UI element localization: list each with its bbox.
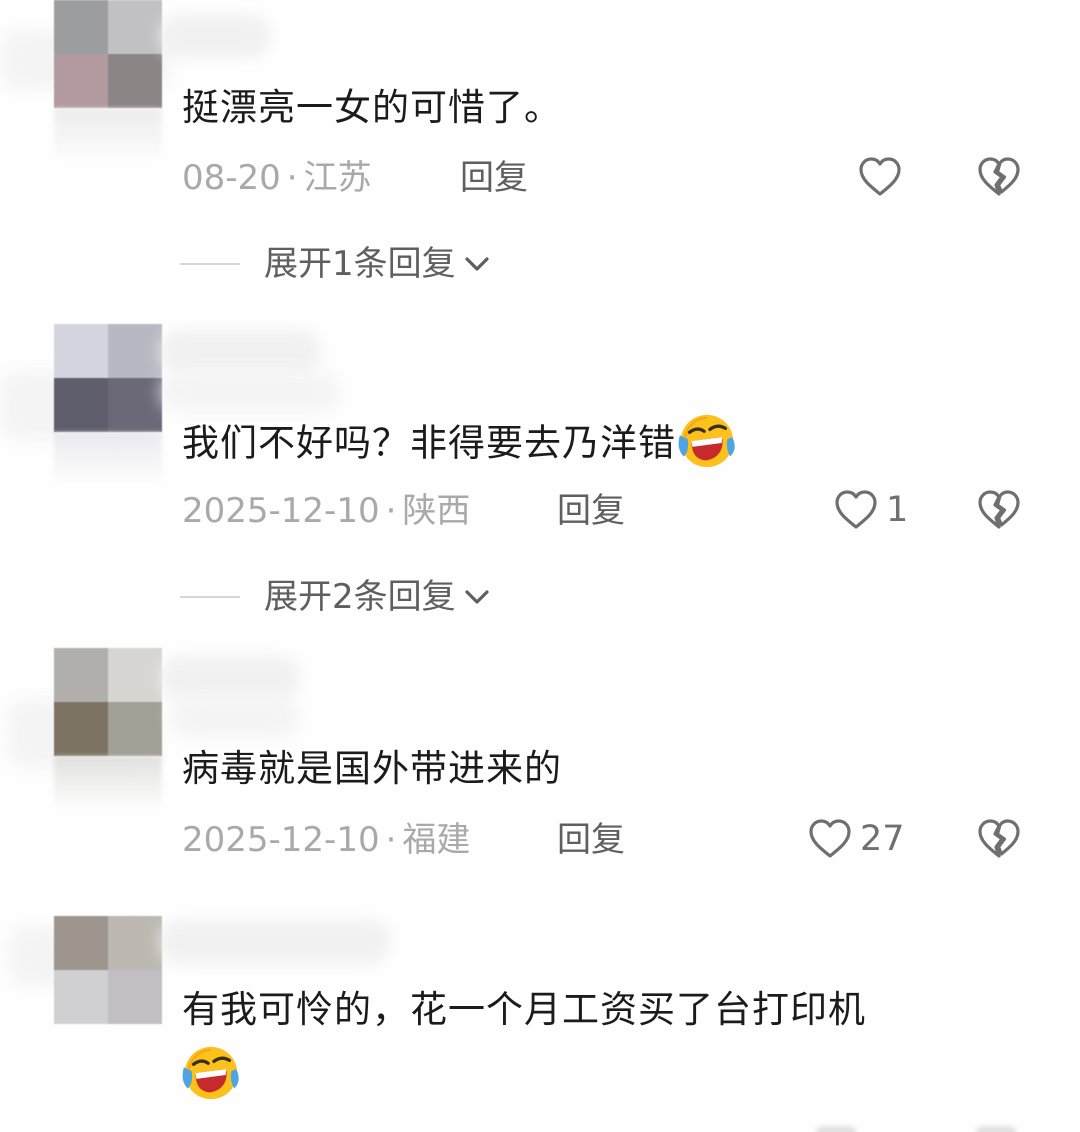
scroll-hint [976,1126,1016,1132]
like-button[interactable] [856,153,910,201]
avatar-edge [54,108,162,162]
like-button[interactable]: 27 [806,815,905,863]
comment-text: 挺漂亮一女的可惜了。 [182,86,562,129]
comment-location: 江苏 [303,158,372,198]
broken-heart-icon[interactable] [975,815,1023,863]
expand-divider [180,263,240,265]
avatar[interactable] [54,916,162,1024]
comment-location: 福建 [402,820,471,860]
broken-heart-icon[interactable] [975,486,1023,534]
username-blurred [170,698,300,738]
laughing-crying-emoji-icon [678,414,735,468]
avatar-pixel [108,648,162,702]
reply-button[interactable]: 回复 [460,156,528,200]
avatar-edge [54,432,162,486]
expand-replies[interactable]: 展开1条回复 [180,240,492,288]
expand-replies-label: 展开1条回复 [264,244,456,284]
avatar-pixel [54,378,108,432]
heart-outline-icon [809,819,851,858]
avatar-pixel [108,378,162,432]
comment-date: 2025-12-10 [182,491,380,531]
reply-button[interactable]: 回复 [557,818,625,862]
avatar-pixel [108,54,162,108]
separator-dot: · [385,820,397,860]
comment-text: 病毒就是国外带进来的 [182,747,562,790]
heart-outline-icon [859,157,901,196]
avatar[interactable] [54,648,162,756]
separator-dot: · [385,491,397,531]
heart-outline-icon [835,490,877,529]
avatar-pixel [108,916,162,970]
comment-location: 陕西 [402,491,471,531]
comment-date: 2025-12-10 [182,820,380,860]
username-blurred[interactable] [160,330,320,374]
username-blurred[interactable] [160,14,270,58]
separator-dot: · [286,158,298,198]
avatar-pixel [54,54,108,108]
like-count: 1 [886,490,909,530]
scroll-hint [816,1126,856,1132]
avatar[interactable] [54,324,162,432]
comment-list: 挺漂亮一女的可惜了。 08-20 · 江苏 回复 展开1条回复 我们不好吗？非得… [0,0,1080,1132]
avatar-pixel [54,324,108,378]
comment-meta: 08-20 · 江苏 [182,156,372,200]
laughing-crying-emoji-icon [182,1046,239,1100]
comment-text: 有我可怜的，花一个月工资买了台打印机 [182,988,866,1031]
avatar-pixel [54,702,108,756]
avatar[interactable] [54,0,162,108]
chevron-down-icon [465,590,489,604]
username-blurred [160,372,340,412]
avatar-pixel [54,970,108,1024]
avatar-pixel [108,970,162,1024]
expand-divider [180,596,240,598]
comment-text-content: 我们不好吗？非得要去乃洋错 [182,421,676,465]
expand-replies[interactable]: 展开2条回复 [180,573,492,621]
chevron-down-icon [465,257,489,271]
avatar-pixel [54,916,108,970]
avatar-edge [54,756,162,810]
avatar-pixel [54,0,108,54]
broken-heart-icon[interactable] [975,153,1023,201]
like-button[interactable]: 1 [832,486,908,534]
avatar-pixel [108,0,162,54]
avatar-pixel [54,648,108,702]
comment-date: 08-20 [182,158,281,198]
comment-meta: 2025-12-10 · 陕西 [182,489,470,533]
avatar-pixel [108,324,162,378]
comment-meta: 2025-12-10 · 福建 [182,818,470,862]
expand-replies-label: 展开2条回复 [264,577,456,617]
avatar-pixel [108,702,162,756]
comment-text: 我们不好吗？非得要去乃洋错 [182,414,738,476]
username-blurred[interactable] [160,920,390,964]
like-count: 27 [860,819,905,859]
username-blurred[interactable] [160,656,300,700]
reply-button[interactable]: 回复 [557,489,625,533]
